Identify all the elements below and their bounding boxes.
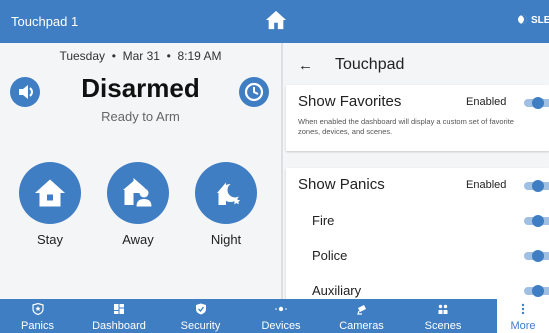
device-title: Touchpad 1 xyxy=(11,14,79,29)
house-icon xyxy=(35,179,65,207)
nav-dashboard-label: Dashboard xyxy=(92,320,146,332)
more-icon xyxy=(521,303,525,315)
nav-more-label: More xyxy=(510,320,536,332)
panic-police-toggle[interactable] xyxy=(524,250,549,262)
moon-icon xyxy=(518,15,527,24)
devices-icon xyxy=(275,306,287,312)
favorites-state: Enabled xyxy=(466,96,507,108)
arm-night-label: Night xyxy=(210,232,242,247)
nav-devices[interactable]: Devices xyxy=(238,299,324,333)
arm-stay-button[interactable]: Stay xyxy=(19,162,81,247)
arm-night-button[interactable]: Night xyxy=(195,162,257,247)
nav-more[interactable]: More xyxy=(497,299,549,333)
people-icon xyxy=(123,178,152,207)
panics-state: Enabled xyxy=(466,179,507,191)
panics-toggle[interactable] xyxy=(524,180,549,192)
schedule-button[interactable] xyxy=(239,77,269,107)
bottom-nav: Panics Dashboard Security Devices Camera… xyxy=(0,299,549,333)
page-title: Touchpad xyxy=(335,56,405,73)
panic-fire-label: Fire xyxy=(312,213,335,228)
favorites-title: Show Favorites xyxy=(298,93,402,110)
dashboard-icon xyxy=(114,304,124,314)
nav-cameras[interactable]: Cameras xyxy=(324,299,399,333)
panic-police-label: Police xyxy=(312,248,348,263)
nav-dashboard[interactable]: Dashboard xyxy=(75,299,163,333)
day-label: Tuesday xyxy=(59,49,106,63)
arm-substatus: Ready to Arm xyxy=(101,109,180,124)
panic-auxiliary-label: Auxiliary xyxy=(312,283,362,298)
nav-panics-label: Panics xyxy=(20,320,55,332)
clock-icon xyxy=(244,82,264,102)
nav-scenes[interactable]: Scenes xyxy=(399,299,487,333)
moon-icon xyxy=(217,182,243,205)
panic-auxiliary-toggle[interactable] xyxy=(524,285,549,297)
security-panel: Tuesday • Mar 31 • 8:19 AM Disarmed Read… xyxy=(0,43,281,299)
camera-icon xyxy=(356,305,366,315)
arm-away-label: Away xyxy=(122,232,154,247)
back-arrow-icon[interactable]: ← xyxy=(298,57,313,74)
date-label: Mar 31 xyxy=(122,49,160,63)
shield-star-icon xyxy=(31,303,44,315)
nav-devices-label: Devices xyxy=(261,320,301,332)
favorites-description: When enabled the dashboard will display … xyxy=(298,117,514,136)
panics-title: Show Panics xyxy=(298,176,385,193)
sleep-label: SLEEP xyxy=(531,15,549,26)
arm-stay-label: Stay xyxy=(36,232,63,247)
sleep-button[interactable]: SLEEP xyxy=(518,15,549,26)
top-bar: Touchpad 1 SLEEP xyxy=(0,0,549,43)
home-icon[interactable] xyxy=(265,9,287,31)
settings-panel: ← Touchpad Show Favorites Enabled When e… xyxy=(283,43,549,299)
time-label: 8:19 AM xyxy=(177,49,222,63)
favorites-toggle[interactable] xyxy=(524,97,549,109)
nav-cameras-label: Cameras xyxy=(339,320,384,332)
arm-away-button[interactable]: Away xyxy=(107,162,169,247)
panics-card: Show Panics Enabled Fire Police Auxiliar… xyxy=(286,168,549,299)
panic-fire-toggle[interactable] xyxy=(524,215,549,227)
favorites-card: Show Favorites Enabled When enabled the … xyxy=(286,85,549,151)
security-icon xyxy=(195,303,206,315)
nav-security[interactable]: Security xyxy=(163,299,238,333)
date-time: Tuesday • Mar 31 • 8:19 AM xyxy=(59,49,222,63)
nav-panics[interactable]: Panics xyxy=(0,299,75,333)
scenes-icon xyxy=(438,304,448,314)
nav-scenes-label: Scenes xyxy=(424,320,462,332)
nav-security-label: Security xyxy=(180,320,221,332)
